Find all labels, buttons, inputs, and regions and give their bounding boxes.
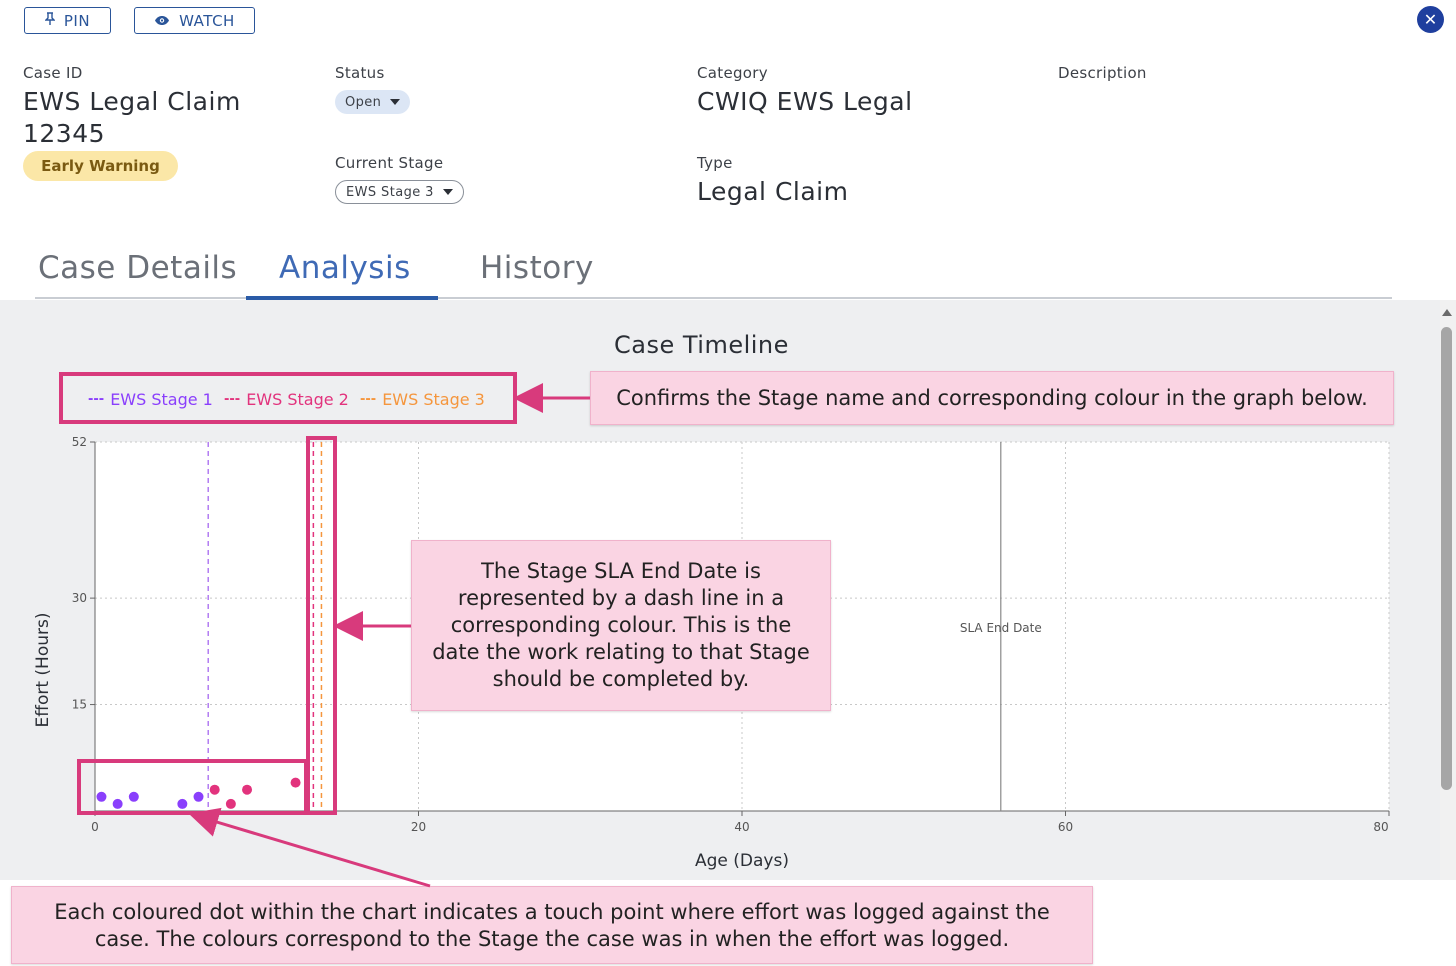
sla-end-label: SLA End Date: [960, 621, 1042, 635]
legend-highlight-box: [59, 372, 517, 424]
dots-highlight-box: [77, 759, 308, 815]
x-axis-label: Age (Days): [695, 851, 789, 871]
scrollbar-thumb[interactable]: [1441, 327, 1452, 790]
sla-lines-highlight-box: [306, 436, 337, 815]
x-tick-label: 0: [91, 820, 99, 834]
legend-callout: Confirms the Stage name and correspondin…: [590, 371, 1394, 425]
scroll-up-icon[interactable]: [1442, 309, 1452, 316]
x-tick-label: 20: [411, 820, 426, 834]
x-tick-label: 40: [734, 820, 749, 834]
y-tick-label: 52: [72, 435, 87, 449]
y-tick-label: 15: [72, 698, 87, 712]
case-timeline-chart: 0 20 40 60 80153052Age (Days)Effort (Hours) …: [33, 435, 1390, 871]
sla-callout: The Stage SLA End Date is represented by…: [411, 540, 831, 711]
x-tick-label: 80: [1373, 820, 1388, 834]
x-tick-label: 60: [1058, 820, 1073, 834]
y-axis-label: Effort (Hours): [33, 613, 53, 728]
y-tick-label: 30: [72, 591, 87, 605]
dots-callout: Each coloured dot within the chart indic…: [11, 886, 1093, 964]
